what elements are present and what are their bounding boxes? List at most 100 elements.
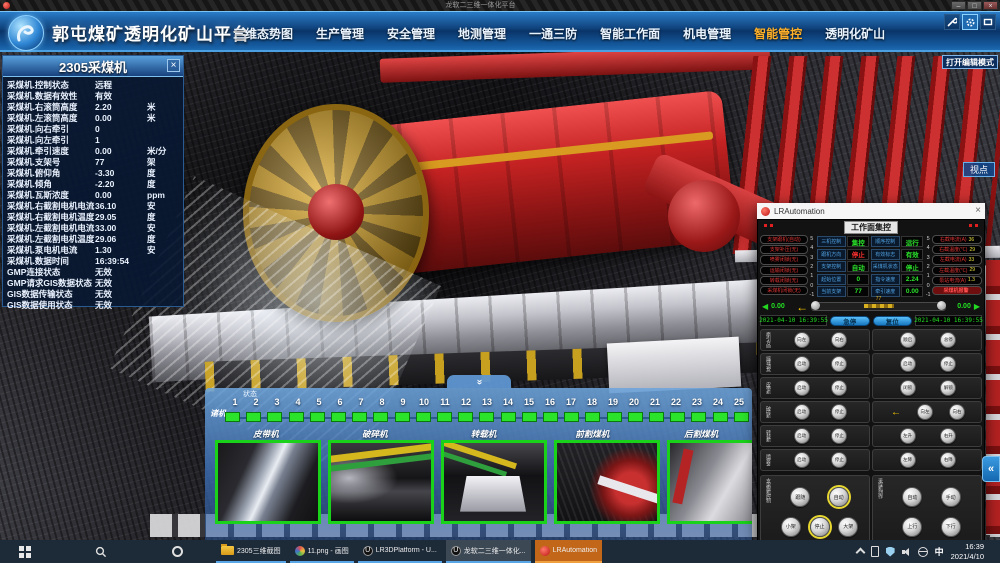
control-button[interactable]: 停止 (831, 428, 847, 444)
wrench-icon[interactable] (944, 14, 960, 30)
support-status-pill[interactable]: 运输闭锁(无) (760, 266, 808, 275)
support-status-pill[interactable]: 支架跟机(自动) (760, 235, 808, 244)
group-label: 支架跟机控制 (763, 478, 772, 540)
shearer-status-pill[interactable]: 右截电流(A) 36 (932, 235, 982, 244)
network-icon[interactable] (918, 547, 928, 557)
support-status-pill[interactable]: 喷雾闭锁(无) (760, 255, 808, 264)
control-button[interactable]: 启动 (900, 356, 916, 372)
shearer-status-pill[interactable]: 泵站电流(A) 1.3 (932, 276, 982, 285)
control-button[interactable]: 顺启 (900, 332, 916, 348)
fit-view-icon[interactable] (980, 14, 996, 30)
3d-viewport[interactable]: 打开编辑模式 视点 « 2305采煤机 × 采煤机.控制状态 远程 采煤机 (0, 52, 1000, 540)
taskbar-clock[interactable]: 16:39 2021/4/10 (951, 542, 984, 561)
shearer-status-pill[interactable]: 右截温度(℃) 29 (932, 245, 982, 254)
nav-menu-item[interactable]: 智能工作面 (600, 25, 660, 42)
camera-feed-loader[interactable] (441, 440, 547, 524)
close-button[interactable]: × (983, 1, 998, 10)
control-button[interactable]: 向右 (831, 332, 847, 348)
shield-icon[interactable] (886, 547, 895, 557)
control-button[interactable]: 启动 (794, 380, 810, 396)
collapse-panel-button[interactable]: « (982, 456, 1000, 482)
control-button[interactable]: 向左 (794, 332, 810, 348)
support-status-pill[interactable]: 采煤机闭锁(无) (760, 286, 808, 295)
chevron-up-icon[interactable] (855, 548, 865, 558)
estop-button[interactable]: 急停 (830, 316, 870, 326)
control-button[interactable]: 启动 (794, 428, 810, 444)
control-button[interactable]: 左降 (900, 452, 916, 468)
start-button[interactable] (6, 540, 44, 563)
nav-menu-item[interactable]: 生产管理 (316, 25, 364, 42)
control-button[interactable]: 跟随 (790, 487, 810, 507)
control-button[interactable]: 启动 (794, 452, 810, 468)
control-button[interactable]: 下行 (941, 517, 961, 537)
collapse-tab[interactable]: » (447, 375, 511, 388)
control-row: 皮带机 启动 停止 (760, 377, 870, 399)
status-value: 0.00 (901, 286, 923, 297)
control-row-label: 破碎机 (763, 406, 772, 418)
control-button[interactable]: 左升 (900, 428, 916, 444)
nav-menu-item[interactable]: 透明化矿山 (825, 25, 885, 42)
camera-feed-rear-shearer[interactable] (667, 440, 752, 524)
camera-feed-crusher[interactable] (328, 440, 434, 524)
shearer-status-pill[interactable]: 左截电流(A) 33 (932, 255, 982, 264)
ime-indicator[interactable]: 中 (935, 545, 944, 558)
os-titlebar: 龙软二三维一体化平台 – □ × (0, 0, 1000, 11)
nav-menu-item[interactable]: 地测管理 (458, 25, 506, 42)
maximize-button[interactable]: □ (967, 1, 982, 10)
taskbar-task[interactable]: 11.png - 画图 (290, 540, 354, 563)
control-button[interactable]: 大架 (838, 517, 858, 537)
control-button[interactable]: 启动 (794, 404, 810, 420)
control-button[interactable]: 右升 (940, 428, 956, 444)
control-button[interactable]: 停止 (831, 404, 847, 420)
telemetry-row: GMP请求GIS数据状态 无效 (7, 277, 183, 288)
control-button[interactable]: 右降 (940, 452, 956, 468)
control-button[interactable]: 停止 (940, 356, 956, 372)
close-icon[interactable]: × (975, 206, 981, 216)
slider-thumb[interactable] (864, 304, 894, 308)
nav-menu-item[interactable]: 安全管理 (387, 25, 435, 42)
edit-mode-button[interactable]: 打开编辑模式 (942, 55, 998, 69)
support-status-pill[interactable]: 支架补压(无) (760, 245, 808, 254)
speaker-icon[interactable] (902, 547, 911, 557)
control-button[interactable]: 向右 (949, 404, 965, 420)
reset-button[interactable]: 复位 (873, 316, 913, 326)
taskbar-task[interactable]: LRAutomation (535, 540, 602, 563)
taskbar-task[interactable]: 龙软二三维一体化... (446, 540, 531, 563)
control-button[interactable]: 上行 (902, 517, 922, 537)
camera-feed-front-shearer[interactable] (554, 440, 660, 524)
tab-face-control[interactable]: 工作面集控 (844, 221, 898, 234)
control-button[interactable]: 向左 (917, 404, 933, 420)
viewpoint-button[interactable]: 视点 (963, 162, 995, 177)
status-value: 运行 (901, 236, 923, 247)
shearer-status-pill[interactable]: 左截温度(℃) 29 (932, 266, 982, 275)
minimize-button[interactable]: – (951, 1, 966, 10)
control-button[interactable]: 闭锁 (900, 380, 916, 396)
control-button[interactable]: 小架 (781, 517, 801, 537)
control-button[interactable]: 自动 (829, 487, 849, 507)
camera-feed-belt[interactable] (215, 440, 321, 524)
control-button[interactable]: 解锁 (940, 380, 956, 396)
main-navbar: 郭屯煤矿透明化矿山平台 三维态势图 生产管理 安全管理 地测管理 一通三防 智能… (0, 11, 1000, 52)
cortana-button[interactable] (158, 540, 196, 563)
usb-icon[interactable] (871, 546, 879, 557)
nav-menu-item[interactable]: 智能管控 (754, 25, 802, 42)
control-button[interactable]: 停止 (831, 380, 847, 396)
nav-menu-item[interactable]: 一通三防 (529, 25, 577, 42)
nav-menu-item[interactable]: 机电管理 (683, 25, 731, 42)
close-icon[interactable]: × (167, 59, 180, 72)
slider-track[interactable]: 77 (811, 302, 946, 311)
taskbar-task[interactable]: 2305三维截图 (216, 540, 286, 563)
taskbar-task[interactable]: LR3DPlatform - U... (358, 540, 442, 563)
nav-menu-item[interactable]: 三维态势图 (233, 25, 293, 42)
gear-icon[interactable] (962, 14, 978, 30)
support-status-pill[interactable]: 转载闭锁(无) (760, 276, 808, 285)
control-button[interactable]: 总停 (940, 332, 956, 348)
control-button[interactable]: 启动 (794, 356, 810, 372)
search-button[interactable] (82, 540, 120, 563)
control-button[interactable]: 手动 (941, 487, 961, 507)
control-button[interactable]: 停止 (831, 356, 847, 372)
control-button[interactable]: 自动 (902, 487, 922, 507)
control-button[interactable]: 停止 (831, 452, 847, 468)
shearer-status-pill[interactable]: 采煤机报警 (932, 286, 982, 295)
control-button[interactable]: 停止 (810, 517, 830, 537)
